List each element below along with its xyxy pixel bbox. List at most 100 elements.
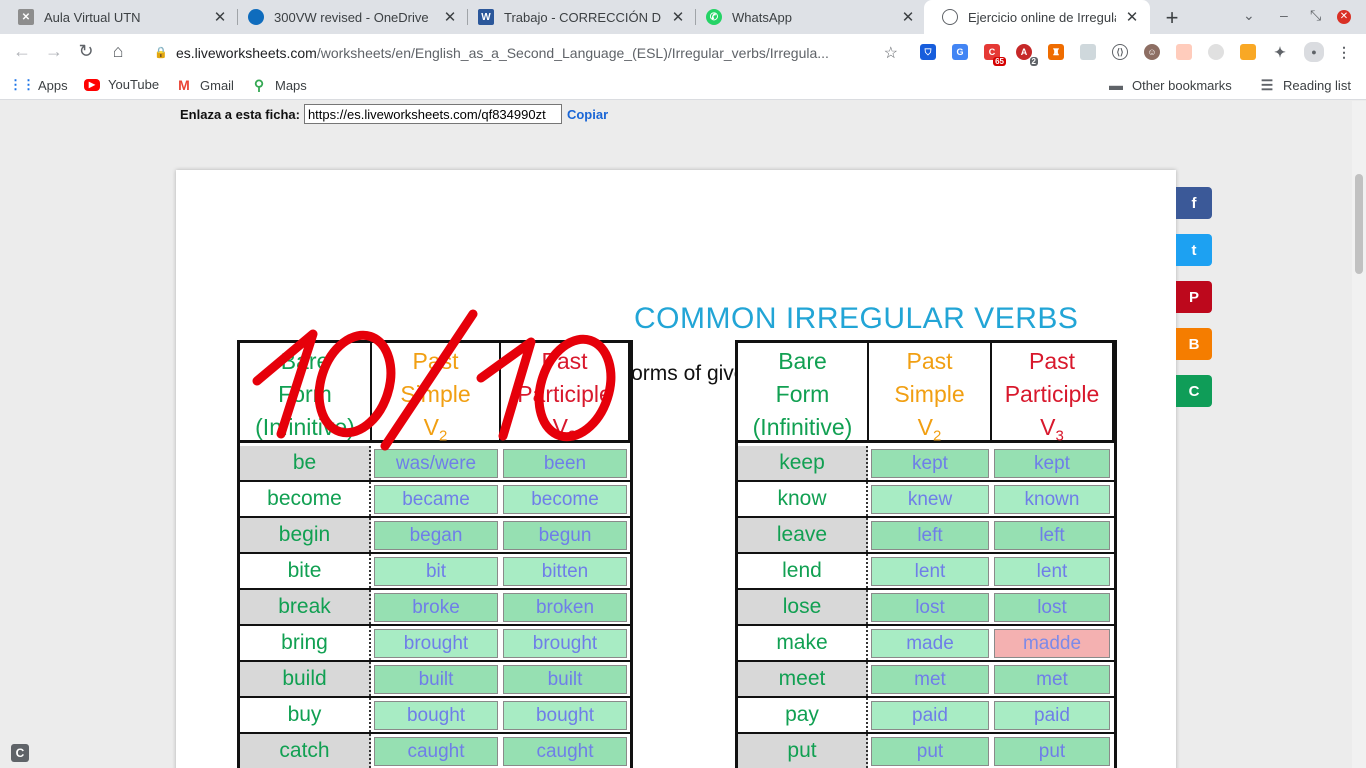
past-simple-input[interactable] bbox=[374, 521, 498, 550]
past-simple-input[interactable] bbox=[374, 629, 498, 658]
twitter-share-icon[interactable]: t bbox=[1176, 234, 1212, 266]
bare-form-cell: lend bbox=[738, 554, 868, 588]
past-simple-input[interactable] bbox=[871, 485, 989, 514]
adblock-icon[interactable]: A2 bbox=[1016, 44, 1038, 66]
bookmark-gmail[interactable]: M Gmail bbox=[176, 77, 234, 93]
past-participle-input[interactable] bbox=[994, 701, 1110, 730]
past-simple-input[interactable] bbox=[871, 593, 989, 622]
extension-grey-icon[interactable] bbox=[1080, 44, 1096, 60]
extension-code-icon[interactable]: ⟨⟩ bbox=[1112, 44, 1128, 60]
lock-icon[interactable]: 🔒 bbox=[154, 46, 168, 59]
bookmark-label: Reading list bbox=[1283, 77, 1351, 93]
worksheet: COMMON IRREGULAR VERBS Write the Past Si… bbox=[176, 170, 1176, 768]
close-tab-icon[interactable]: ✕ bbox=[900, 8, 916, 26]
profile-avatar-icon[interactable]: ● bbox=[1304, 42, 1324, 62]
share-link-label: Enlaza a esta ficha: bbox=[180, 106, 300, 122]
past-participle-input[interactable] bbox=[994, 557, 1110, 586]
address-bar[interactable]: 🔒 es.liveworksheets.com/worksheets/en/En… bbox=[144, 37, 906, 68]
close-tab-icon[interactable]: ✕ bbox=[212, 8, 228, 26]
past-simple-input[interactable] bbox=[374, 701, 498, 730]
past-participle-input[interactable] bbox=[994, 737, 1110, 766]
tab-whatsapp[interactable]: ✆ WhatsApp ✕ bbox=[688, 0, 926, 34]
minimize-icon[interactable]: – bbox=[1280, 7, 1288, 23]
page-scrollbar[interactable] bbox=[1352, 101, 1366, 768]
header-sub: 2 bbox=[933, 427, 942, 445]
past-simple-input[interactable] bbox=[374, 737, 498, 766]
past-simple-input[interactable] bbox=[871, 557, 989, 586]
tab-search-icon[interactable]: ⌄ bbox=[1243, 7, 1255, 24]
verb-row: become bbox=[240, 482, 630, 518]
home-icon[interactable]: ⌂ bbox=[106, 41, 130, 62]
past-participle-input[interactable] bbox=[994, 521, 1110, 550]
maximize-icon[interactable]: ⤡ bbox=[1310, 7, 1321, 24]
blogger-share-icon[interactable]: B bbox=[1176, 328, 1212, 360]
past-participle-input[interactable] bbox=[503, 701, 627, 730]
tab-onedrive[interactable]: 300VW revised - OneDrive ✕ bbox=[230, 0, 468, 34]
past-participle-input[interactable] bbox=[503, 557, 627, 586]
past-participle-input[interactable] bbox=[503, 629, 627, 658]
forward-icon[interactable]: → bbox=[42, 41, 66, 62]
past-participle-input[interactable] bbox=[503, 737, 627, 766]
extension-corner-icon[interactable]: C bbox=[11, 744, 29, 762]
past-participle-input[interactable] bbox=[994, 629, 1110, 658]
close-window-icon[interactable]: ✕ bbox=[1337, 10, 1351, 24]
share-link-input[interactable] bbox=[303, 104, 562, 124]
reload-icon[interactable]: ↻ bbox=[74, 41, 98, 62]
past-participle-input[interactable] bbox=[503, 485, 627, 514]
past-simple-input[interactable] bbox=[374, 665, 498, 694]
past-simple-input[interactable] bbox=[871, 665, 989, 694]
new-tab-button[interactable]: + bbox=[1160, 5, 1184, 31]
extension-red-icon[interactable]: C 65 bbox=[984, 44, 1006, 66]
extensions-puzzle-icon[interactable]: ✦ bbox=[1272, 44, 1288, 60]
pinterest-share-icon[interactable]: P bbox=[1176, 281, 1212, 313]
past-simple-input[interactable] bbox=[871, 449, 989, 478]
bookmark-other[interactable]: ▬ Other bookmarks bbox=[1108, 77, 1232, 93]
past-simple-input[interactable] bbox=[374, 593, 498, 622]
past-participle-input[interactable] bbox=[994, 593, 1110, 622]
url-text[interactable]: es.liveworksheets.com/worksheets/en/Engl… bbox=[176, 45, 884, 61]
copy-link-button[interactable]: Copiar bbox=[567, 107, 608, 122]
verb-row: make bbox=[738, 626, 1114, 662]
past-participle-input[interactable] bbox=[503, 665, 627, 694]
extension-monkey-icon[interactable]: ☺ bbox=[1144, 44, 1160, 60]
close-tab-icon[interactable]: ✕ bbox=[670, 8, 686, 26]
past-participle-input[interactable] bbox=[994, 449, 1110, 478]
extension-orange-icon[interactable]: ♜ bbox=[1048, 44, 1064, 60]
past-participle-input[interactable] bbox=[503, 521, 627, 550]
past-simple-input[interactable] bbox=[871, 521, 989, 550]
bookmark-apps[interactable]: ⋮⋮ Apps bbox=[9, 77, 68, 93]
bare-form-cell: leave bbox=[738, 518, 868, 552]
menu-kebab-icon[interactable]: ⋮ bbox=[1336, 44, 1352, 60]
translate-icon[interactable]: G bbox=[952, 44, 968, 60]
close-tab-icon[interactable]: ✕ bbox=[442, 8, 458, 26]
classroom-share-icon[interactable]: C bbox=[1176, 375, 1212, 407]
past-participle-input[interactable] bbox=[994, 485, 1110, 514]
bookmark-youtube[interactable]: ▶ YouTube bbox=[84, 77, 159, 92]
scrollbar-thumb[interactable] bbox=[1355, 174, 1363, 274]
tab-aula-virtual[interactable]: ✕ Aula Virtual UTN ✕ bbox=[0, 0, 238, 34]
past-participle-input[interactable] bbox=[503, 593, 627, 622]
tab-ejercicio-active[interactable]: Ejercicio online de Irregular ✕ bbox=[924, 0, 1150, 34]
extension-pip-icon[interactable] bbox=[1240, 44, 1256, 60]
past-simple-input[interactable] bbox=[871, 701, 989, 730]
verb-row: break bbox=[240, 590, 630, 626]
close-tab-icon[interactable]: ✕ bbox=[1124, 8, 1140, 26]
past-participle-input[interactable] bbox=[994, 665, 1110, 694]
past-simple-input[interactable] bbox=[871, 737, 989, 766]
bookmark-star-icon[interactable]: ☆ bbox=[884, 43, 898, 63]
bitwarden-icon[interactable]: ⛉ bbox=[920, 44, 936, 60]
extension-circle-icon[interactable] bbox=[1208, 44, 1224, 60]
tab-word[interactable]: W Trabajo - CORRECCIÓN DE LA ✕ bbox=[460, 0, 696, 34]
extension-calendar-icon[interactable] bbox=[1176, 44, 1192, 60]
back-icon[interactable]: ← bbox=[10, 41, 34, 62]
bookmarks-bar: ⋮⋮ Apps ▶ YouTube M Gmail ⚲ Maps ▬ Other… bbox=[0, 71, 1366, 100]
bookmark-maps[interactable]: ⚲ Maps bbox=[251, 77, 307, 93]
reading-list[interactable]: ☰ Reading list bbox=[1259, 77, 1351, 93]
bare-form-cell: put bbox=[738, 734, 868, 768]
past-simple-input[interactable] bbox=[374, 557, 498, 586]
past-simple-input[interactable] bbox=[871, 629, 989, 658]
past-simple-input[interactable] bbox=[374, 485, 498, 514]
header-text: (Infinitive) bbox=[752, 414, 853, 440]
url-path: /worksheets/en/English_as_a_Second_Langu… bbox=[316, 44, 829, 61]
facebook-share-icon[interactable]: f bbox=[1176, 187, 1212, 219]
